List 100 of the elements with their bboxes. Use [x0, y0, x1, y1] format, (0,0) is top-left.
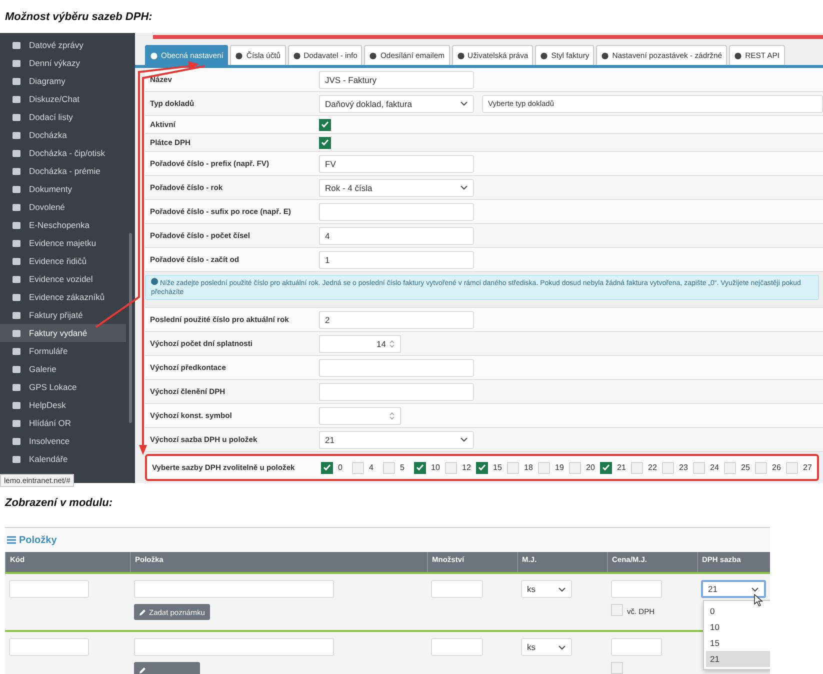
note-button[interactable]	[134, 662, 200, 674]
input-field[interactable]: FV	[319, 154, 474, 172]
sidebar-item[interactable]: Dovolené	[0, 198, 126, 216]
input-field[interactable]	[319, 358, 474, 376]
spinner-icon	[389, 338, 395, 348]
number-field[interactable]: 14	[319, 334, 401, 352]
sidebar-item[interactable]: Kalendáře	[0, 450, 126, 468]
input-field[interactable]: 1	[319, 250, 474, 268]
chevron-icon	[460, 101, 468, 106]
chevron-icon	[558, 586, 566, 592]
input-field[interactable]: JVS - Faktury	[319, 70, 474, 88]
sidebar-item[interactable]: Formuláře	[0, 342, 126, 360]
section-caption: Možnost výběru sazeb DPH:	[5, 10, 152, 22]
input-field[interactable]	[431, 580, 483, 598]
sidebar-item[interactable]: Evidence zákazníků	[0, 288, 126, 306]
input-field[interactable]	[319, 202, 474, 220]
input-field[interactable]	[9, 638, 89, 656]
select-field[interactable]: ks	[521, 638, 572, 656]
input-field[interactable]	[134, 638, 334, 656]
square-icon	[12, 364, 21, 374]
dropdown-option[interactable]: 10	[706, 619, 770, 635]
sidebar-item[interactable]: Evidence řidičů	[0, 252, 126, 270]
sidebar-item[interactable]: Dodací listy	[0, 108, 126, 126]
select-field[interactable]: 21	[701, 580, 766, 598]
option-label: 21	[617, 463, 626, 472]
sidebar-item[interactable]: HelpDesk	[0, 396, 126, 414]
sidebar-item[interactable]: Docházka - prémie	[0, 162, 126, 180]
sidebar-item[interactable]: GPS Lokace	[0, 378, 126, 396]
pencil-icon	[139, 666, 146, 674]
input-field[interactable]: 2	[319, 310, 474, 328]
circle-icon	[540, 52, 548, 60]
check-icon	[321, 121, 329, 128]
select-field[interactable]: Rok - 4 čísla	[319, 178, 474, 196]
sidebar-item[interactable]: E-Neschopenka	[0, 216, 126, 234]
square-icon	[12, 220, 21, 230]
option-label: 5	[400, 463, 404, 472]
panel-title: Položky	[19, 534, 57, 546]
option-label: 22	[648, 463, 657, 472]
option-label: 0	[338, 463, 342, 472]
square-icon	[12, 436, 21, 446]
checkbox[interactable]	[319, 136, 331, 148]
input-field[interactable]	[611, 580, 662, 598]
sidebar-item[interactable]: Insolvence	[0, 432, 126, 450]
scrollbar[interactable]	[129, 233, 132, 423]
chevron-icon	[460, 437, 468, 442]
square-icon	[12, 328, 21, 338]
square-icon	[12, 58, 21, 68]
sidebar-item[interactable]: Faktury vydané	[0, 324, 126, 342]
checkbox[interactable]	[600, 462, 612, 474]
info-icon	[151, 278, 158, 285]
input-field[interactable]	[611, 638, 662, 656]
sidebar-item[interactable]: Evidence vozidel	[0, 270, 126, 288]
select-field[interactable]: 21	[319, 430, 474, 448]
dropdown-option[interactable]: 21	[706, 651, 770, 667]
select-field[interactable]: Daňový doklad, faktura	[319, 94, 474, 112]
option-label: 19	[555, 463, 564, 472]
section-caption: Zobrazení v modulu:	[5, 497, 113, 509]
square-icon	[12, 76, 21, 86]
sidebar-item[interactable]: Diagramy	[0, 72, 126, 90]
sidebar-item[interactable]: Docházka	[0, 126, 126, 144]
number-field[interactable]	[319, 406, 401, 424]
square-icon	[12, 256, 21, 266]
option-label: 24	[710, 463, 719, 472]
square-icon	[12, 148, 21, 158]
square-icon	[12, 310, 21, 320]
sidebar-item[interactable]: Faktury přijaté	[0, 306, 126, 324]
sidebar-item[interactable]: Datové zprávy	[0, 36, 126, 54]
chevron-icon	[558, 644, 566, 650]
checkbox[interactable]	[319, 118, 331, 130]
sidebar-item[interactable]: Evidence majetku	[0, 234, 126, 252]
input-field[interactable]	[134, 580, 334, 598]
square-icon	[12, 40, 21, 50]
chevron-icon	[751, 586, 759, 592]
option-label: 10	[431, 463, 440, 472]
option-label: 4	[369, 463, 374, 472]
square-icon	[12, 346, 21, 356]
sidebar-item[interactable]: Diskuze/Chat	[0, 90, 126, 108]
square-icon	[12, 166, 21, 176]
circle-icon	[734, 52, 742, 60]
circle-icon	[292, 52, 301, 60]
option-label: 25	[741, 463, 750, 472]
sidebar-item[interactable]: Docházka - čip/otisk	[0, 144, 126, 162]
dropdown-option[interactable]: 15	[706, 635, 770, 651]
input-field[interactable]	[9, 580, 89, 598]
checkbox[interactable]	[476, 462, 488, 474]
pencil-icon	[139, 608, 146, 616]
checkbox[interactable]	[414, 462, 426, 474]
sidebar-item[interactable]: Galerie	[0, 360, 126, 378]
sidebar-item[interactable]: Dokumenty	[0, 180, 126, 198]
input-field[interactable]	[319, 382, 474, 400]
sidebar-item[interactable]: Denní výkazy	[0, 54, 126, 72]
check-icon	[321, 139, 329, 146]
check-icon	[478, 464, 486, 471]
input-field[interactable]	[431, 638, 483, 656]
square-icon	[12, 400, 21, 410]
sidebar-item[interactable]: Hlídání OR	[0, 414, 126, 432]
input-field[interactable]: 4	[319, 226, 474, 244]
select-field[interactable]: ks	[521, 580, 572, 598]
dropdown-option[interactable]: 0	[706, 603, 770, 619]
checkbox[interactable]	[321, 462, 333, 474]
